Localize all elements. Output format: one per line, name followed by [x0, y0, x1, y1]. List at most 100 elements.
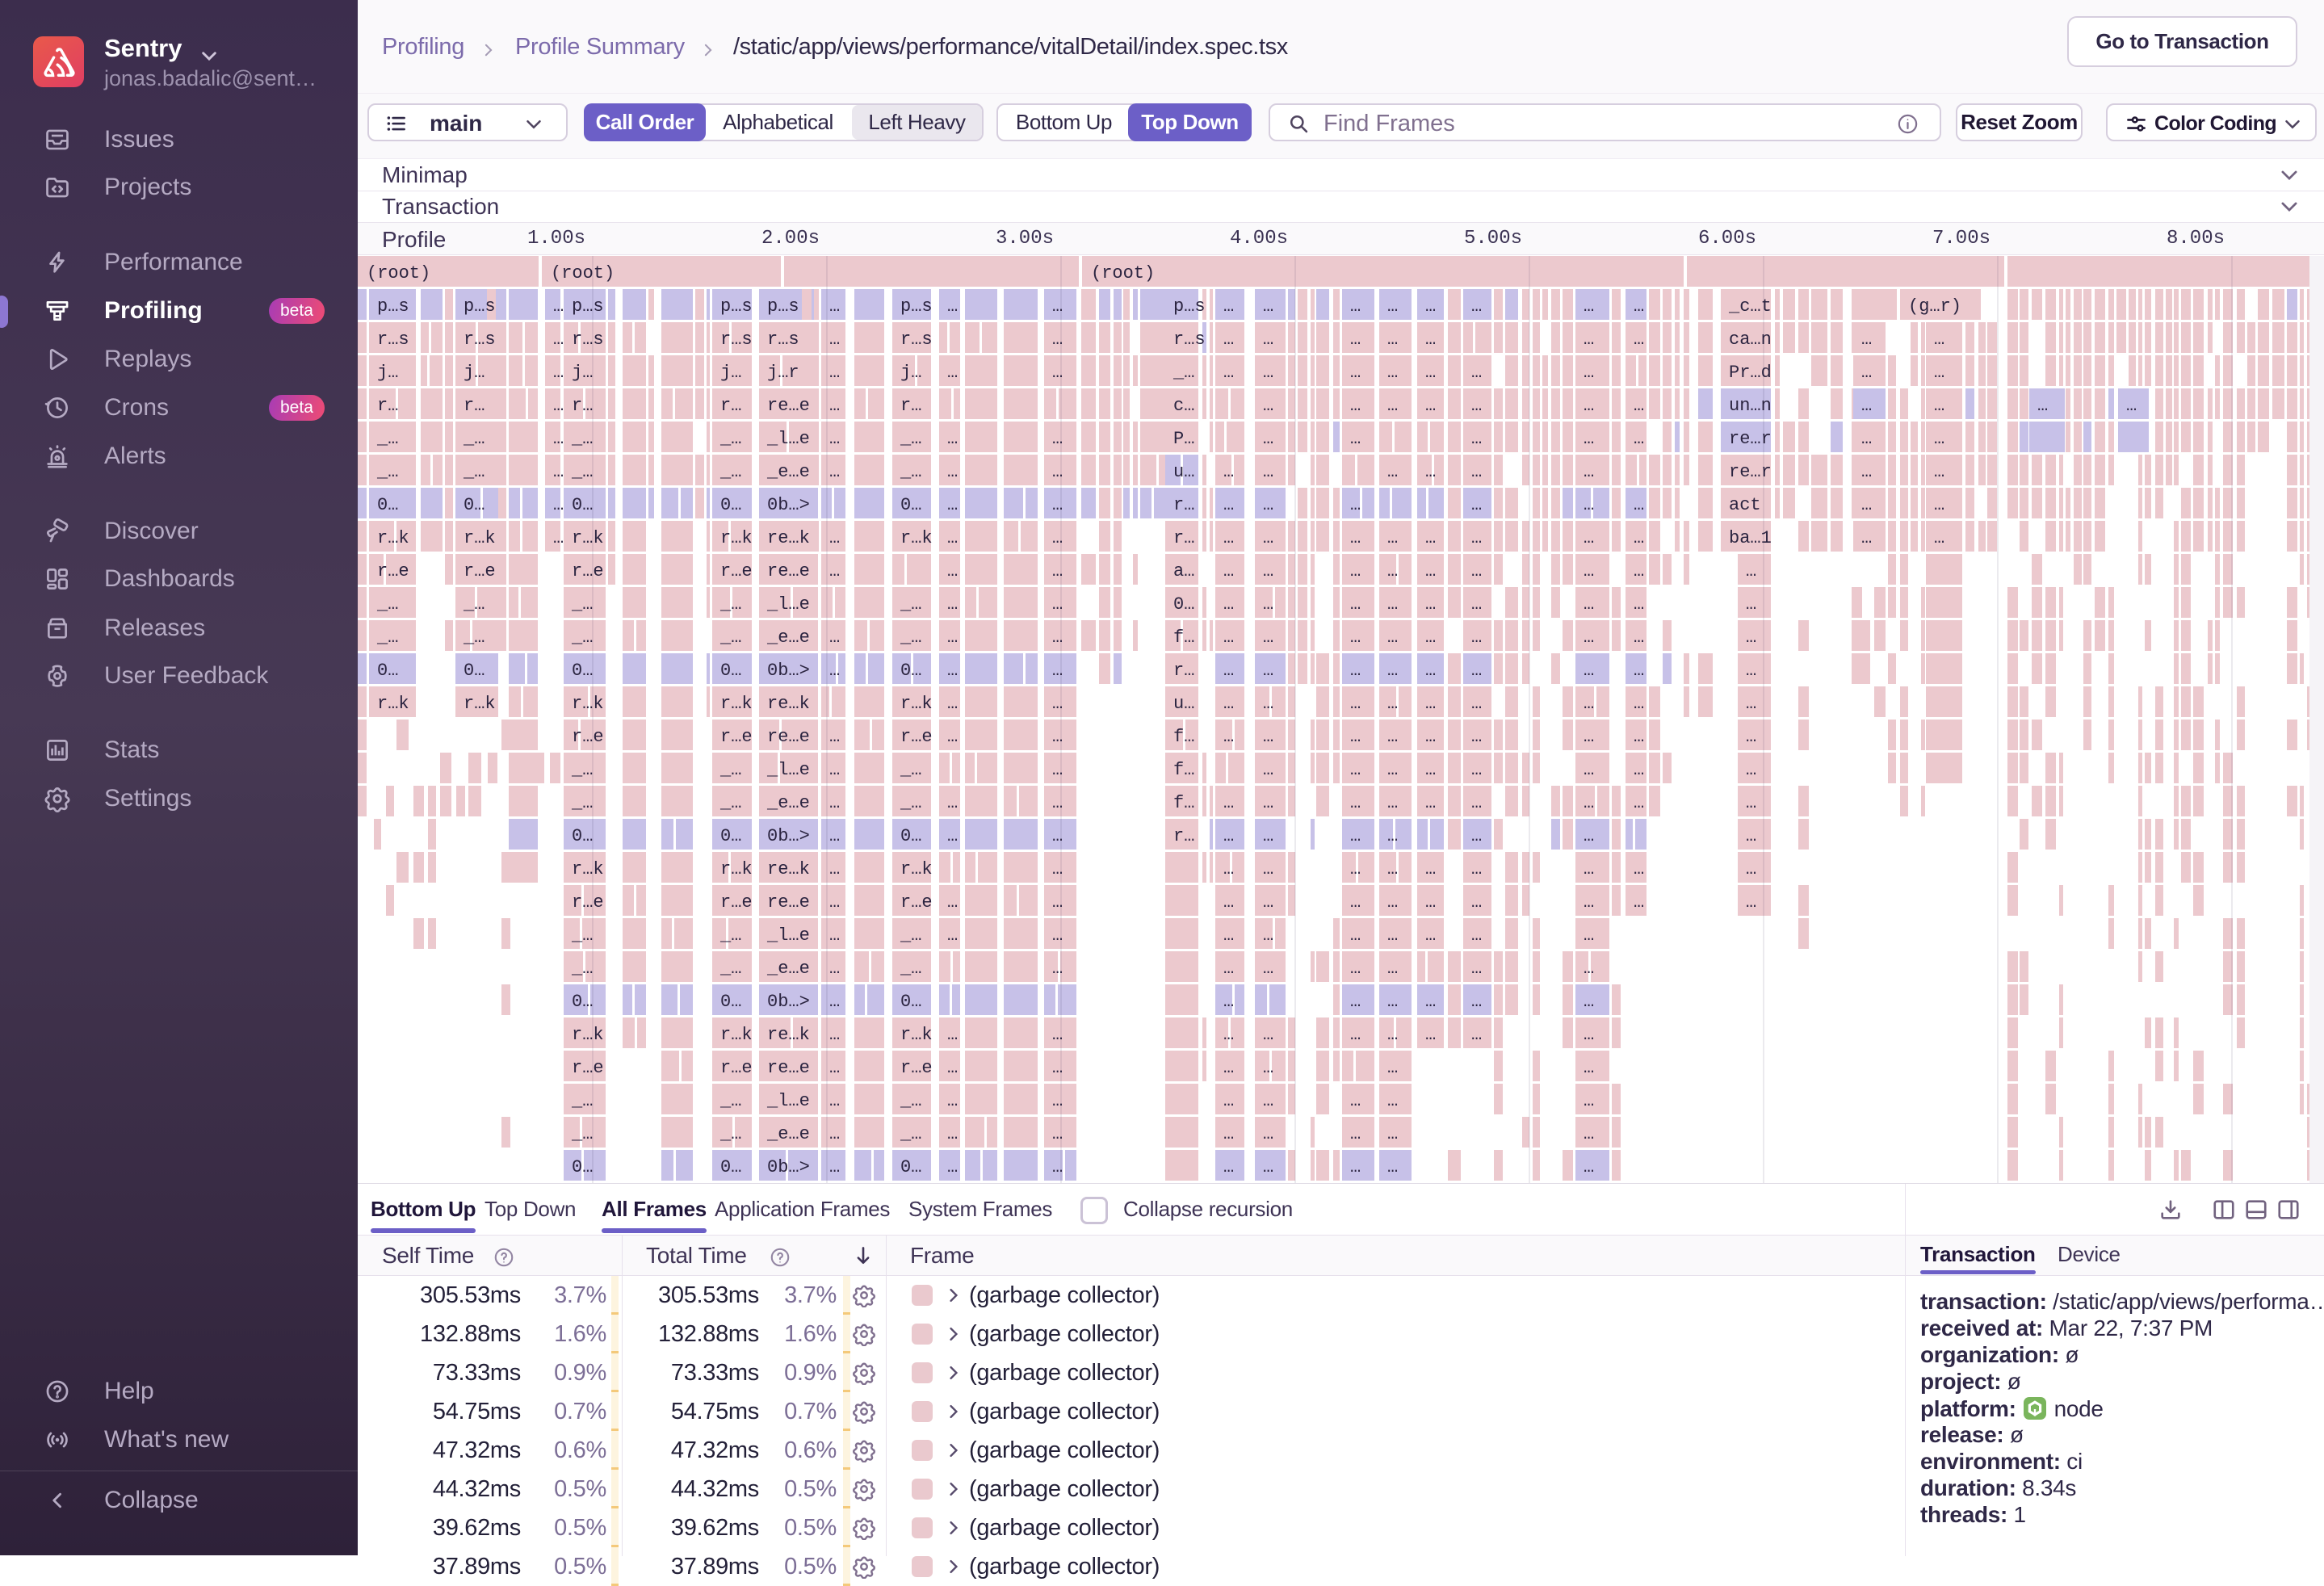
svg-text:re…r: re…r	[1729, 462, 1772, 482]
svg-text:…: …	[1584, 793, 1594, 813]
svg-text:…: …	[829, 627, 840, 648]
svg-text:…: …	[1263, 694, 1273, 714]
svg-text:…: …	[1387, 1025, 1398, 1045]
svg-text:…: …	[1387, 992, 1398, 1012]
svg-text:…: …	[1634, 296, 1644, 317]
svg-text:_…: _…	[571, 1091, 593, 1111]
svg-text:…: …	[1425, 329, 1436, 350]
svg-text:…: …	[829, 760, 840, 780]
svg-text:r…: r…	[377, 396, 398, 416]
svg-text:…: …	[1746, 627, 1756, 648]
svg-text:r…e: r…e	[720, 1058, 753, 1078]
svg-text:…: …	[1387, 959, 1398, 979]
svg-text:_l…e: _l…e	[766, 429, 810, 449]
svg-text:…: …	[1425, 694, 1436, 714]
svg-text:…: …	[1350, 892, 1361, 913]
svg-text:…: …	[1471, 363, 1482, 383]
svg-text:…: …	[1634, 528, 1644, 548]
svg-text:…: …	[1934, 363, 1944, 383]
svg-text:…: …	[1350, 429, 1361, 449]
svg-text:…: …	[1584, 959, 1594, 979]
svg-text:_…: _…	[571, 627, 593, 648]
svg-text:p…s: p…s	[767, 296, 799, 317]
svg-text:…: …	[1471, 793, 1482, 813]
svg-text:r…k: r…k	[572, 528, 604, 548]
svg-text:j…: j…	[572, 363, 593, 383]
svg-text:…: …	[947, 1025, 958, 1045]
svg-text:…: …	[1263, 760, 1273, 780]
svg-text:_…: _…	[571, 959, 593, 979]
svg-text:…: …	[1746, 694, 1756, 714]
svg-text:…: …	[1584, 627, 1594, 648]
svg-text:…: …	[947, 1157, 958, 1177]
svg-text:…: …	[1350, 1124, 1361, 1144]
svg-text:r…: r…	[1173, 826, 1194, 846]
svg-text:r…k: r…k	[720, 859, 753, 879]
svg-text:…: …	[2126, 396, 2137, 416]
svg-text:…: …	[1584, 1025, 1594, 1045]
svg-text:_…: _…	[463, 594, 485, 615]
svg-text:r…k: r…k	[572, 859, 604, 879]
svg-text:r…e: r…e	[720, 892, 753, 913]
svg-text:…: …	[1350, 296, 1361, 317]
svg-text:…: …	[1223, 892, 1234, 913]
svg-text:…: …	[1263, 561, 1273, 581]
svg-text:…: …	[1387, 694, 1398, 714]
svg-text:…: …	[1350, 363, 1361, 383]
svg-text:r…k: r…k	[900, 528, 933, 548]
svg-text:u…: u…	[1173, 694, 1194, 714]
svg-text:…: …	[1350, 396, 1361, 416]
svg-text:…: …	[1634, 561, 1644, 581]
svg-text:…: …	[829, 462, 840, 482]
svg-text:…: …	[1471, 396, 1482, 416]
svg-text:…: …	[553, 329, 564, 350]
svg-text:…: …	[1634, 892, 1644, 913]
svg-text:r…k: r…k	[572, 1025, 604, 1045]
svg-text:_…: _…	[376, 627, 398, 648]
svg-text:…: …	[1934, 495, 1944, 515]
svg-text:0…: 0…	[572, 992, 593, 1012]
svg-text:…: …	[1584, 1157, 1594, 1177]
svg-text:…: …	[947, 826, 958, 846]
svg-text:…: …	[1425, 892, 1436, 913]
svg-text:…: …	[1223, 1025, 1234, 1045]
svg-text:j…: j…	[900, 363, 921, 383]
svg-text:_…: _…	[900, 1124, 921, 1144]
svg-text:…: …	[1350, 826, 1361, 846]
svg-text:…: …	[1861, 495, 1872, 515]
svg-text:…: …	[829, 561, 840, 581]
svg-text:…: …	[947, 694, 958, 714]
svg-text:_…: _…	[900, 959, 921, 979]
svg-text:_…: _…	[463, 462, 485, 482]
svg-text:…: …	[1861, 429, 1872, 449]
svg-text:…: …	[1934, 462, 1944, 482]
svg-text:…: …	[947, 1124, 958, 1144]
svg-text:_…: _…	[571, 925, 593, 946]
svg-text:…: …	[829, 925, 840, 946]
svg-text:_…: _…	[571, 594, 593, 615]
svg-text:0…: 0…	[720, 495, 741, 515]
svg-text:p…s: p…s	[464, 296, 496, 317]
svg-text:…: …	[1223, 329, 1234, 350]
svg-text:0…: 0…	[377, 661, 398, 681]
svg-text:…: …	[1263, 826, 1273, 846]
svg-text:_e…e: _e…e	[766, 1124, 810, 1144]
svg-text:un…n: un…n	[1729, 396, 1772, 416]
svg-text:…: …	[1350, 694, 1361, 714]
svg-text:…: …	[1223, 992, 1234, 1012]
svg-text:_e…e: _e…e	[766, 793, 810, 813]
svg-text:…: …	[1471, 429, 1482, 449]
svg-text:…: …	[1471, 495, 1482, 515]
svg-text:…: …	[1350, 1157, 1361, 1177]
svg-text:…: …	[1584, 363, 1594, 383]
svg-text:j…: j…	[377, 363, 398, 383]
svg-text:…: …	[1387, 528, 1398, 548]
svg-text:r…e: r…e	[377, 561, 409, 581]
svg-text:…: …	[1634, 859, 1644, 879]
svg-text:_c…t: _c…t	[1728, 296, 1772, 317]
svg-text:0b…>: 0b…>	[767, 992, 810, 1012]
svg-text:…: …	[1223, 561, 1234, 581]
svg-text:…: …	[1263, 429, 1273, 449]
svg-text:…: …	[947, 661, 958, 681]
svg-text:…: …	[1263, 495, 1273, 515]
